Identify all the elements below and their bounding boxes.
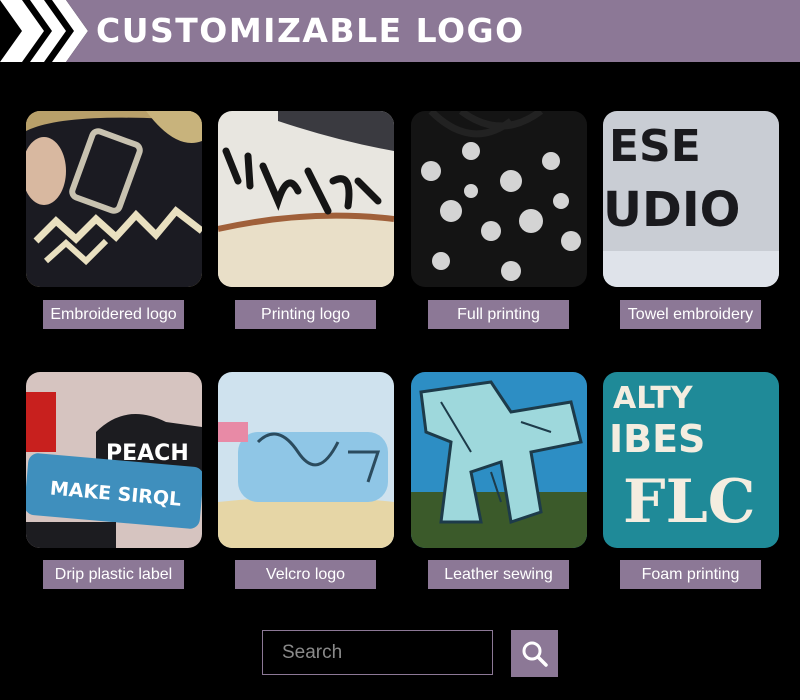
product-image-leather[interactable]: [411, 372, 587, 548]
full-printing-image: [411, 111, 587, 287]
foam-printing-image: ALTY IBES FLC: [603, 372, 779, 548]
velcro-logo-image: [218, 372, 394, 548]
search-box: [262, 630, 493, 675]
header-banner: CUSTOMIZABLE LOGO: [0, 0, 800, 62]
chevron-right-icon: [0, 0, 90, 62]
search-button[interactable]: [511, 630, 558, 677]
svg-text:ALTY: ALTY: [613, 381, 694, 416]
product-image-velcro[interactable]: [218, 372, 394, 548]
product-label-embroidered[interactable]: Embroidered logo: [43, 300, 184, 329]
drip-plastic-label-image: PEACH MAKE SIRQL: [26, 372, 202, 548]
product-label-foam[interactable]: Foam printing: [620, 560, 761, 589]
product-image-full-printing[interactable]: [411, 111, 587, 287]
product-image-towel[interactable]: ESE UDIO: [603, 111, 779, 287]
product-label-full-printing[interactable]: Full printing: [428, 300, 569, 329]
svg-text:UDIO: UDIO: [603, 182, 740, 238]
product-image-embroidered[interactable]: [26, 111, 202, 287]
product-image-foam[interactable]: ALTY IBES FLC: [603, 372, 779, 548]
svg-text:IBES: IBES: [609, 417, 705, 461]
search-icon: [522, 641, 548, 667]
towel-embroidery-image: ESE UDIO: [603, 111, 779, 287]
product-label-velcro[interactable]: Velcro logo: [235, 560, 376, 589]
printing-logo-image: [218, 111, 394, 287]
embroidered-logo-image: [26, 111, 202, 287]
product-image-drip-plastic[interactable]: PEACH MAKE SIRQL: [26, 372, 202, 548]
product-image-printing[interactable]: [218, 111, 394, 287]
svg-text:ESE: ESE: [609, 121, 701, 172]
search-input[interactable]: [263, 631, 492, 674]
page-title: CUSTOMIZABLE LOGO: [96, 11, 525, 50]
svg-text:FLC: FLC: [623, 467, 756, 537]
product-label-printing[interactable]: Printing logo: [235, 300, 376, 329]
leather-sewing-image: [411, 372, 587, 548]
product-label-leather[interactable]: Leather sewing: [428, 560, 569, 589]
product-label-towel[interactable]: Towel embroidery: [620, 300, 761, 329]
product-label-drip-plastic[interactable]: Drip plastic label: [43, 560, 184, 589]
